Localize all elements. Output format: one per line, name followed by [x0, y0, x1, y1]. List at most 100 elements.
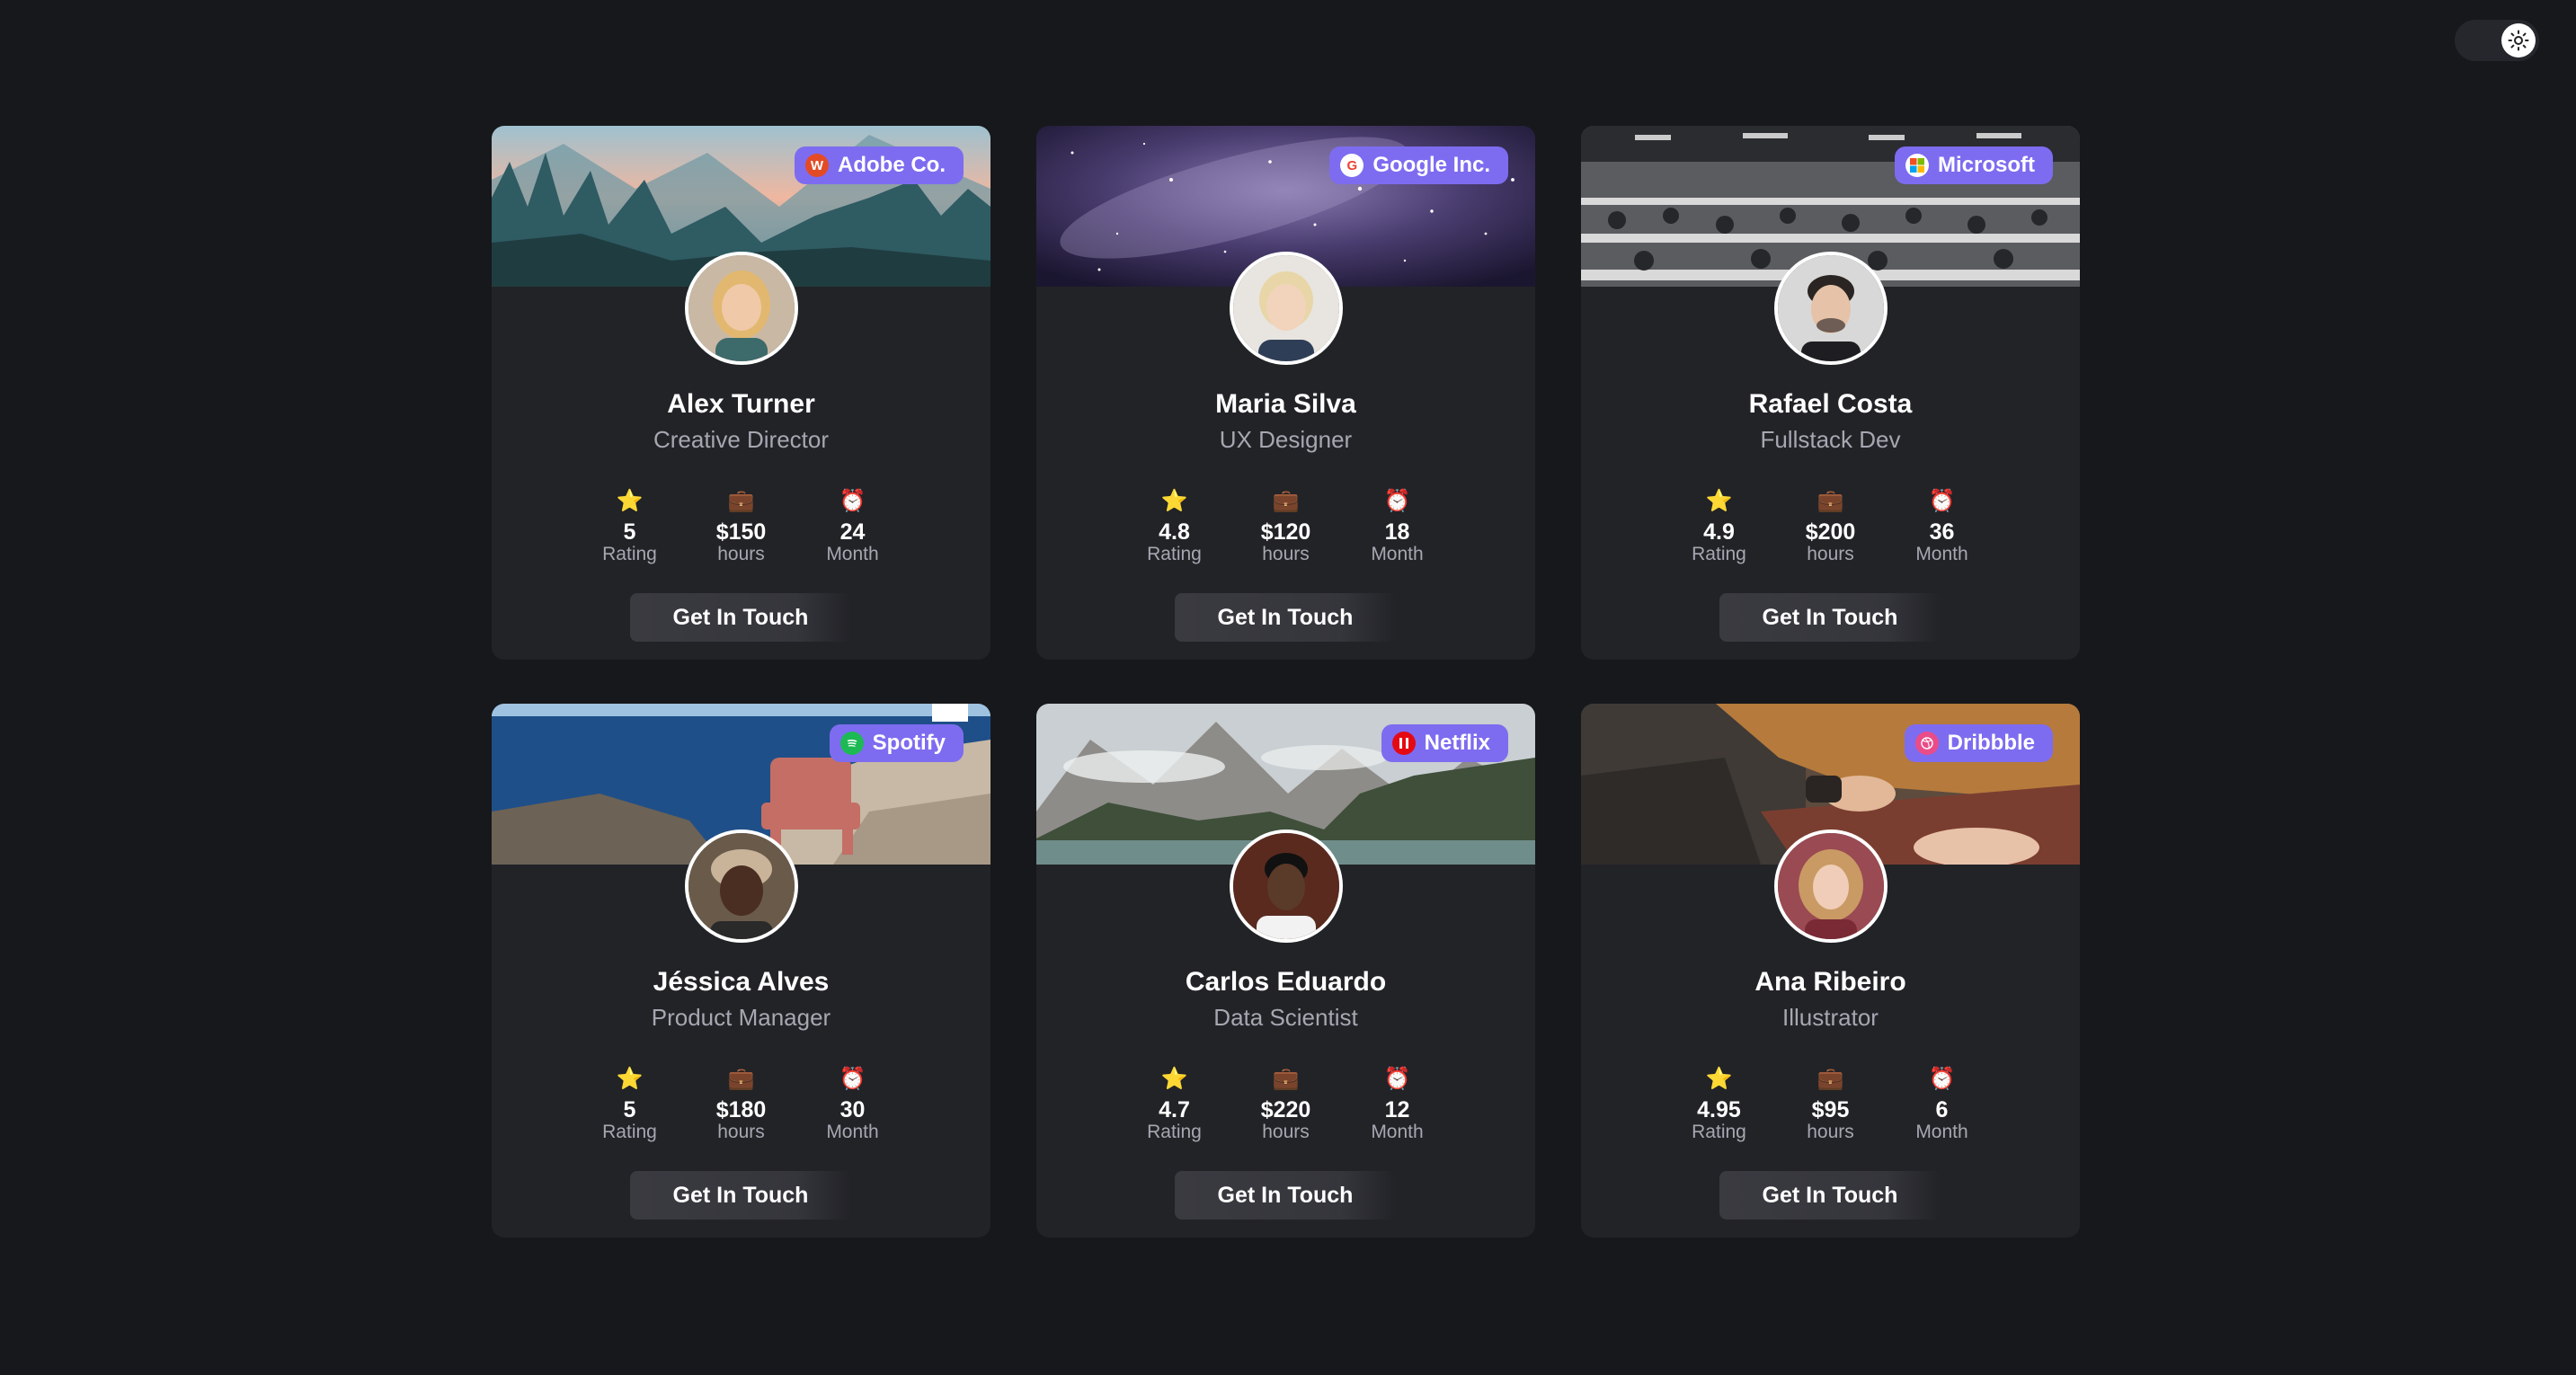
stats: ⭐ 4.7 Rating 💼 $220 hours ⏰ 12 Month — [1036, 1067, 1535, 1142]
rate-label: hours — [1262, 544, 1310, 564]
avatar — [1230, 829, 1343, 943]
stat-duration: ⏰ 12 Month — [1364, 1067, 1432, 1142]
get-in-touch-button[interactable]: Get In Touch — [1719, 1171, 1941, 1220]
duration-label: Month — [1915, 1122, 1968, 1142]
company-badge[interactable]: Netflix — [1381, 724, 1508, 762]
avatar — [1774, 252, 1888, 365]
star-icon: ⭐ — [1705, 489, 1733, 513]
briefcase-icon: 💼 — [1817, 1067, 1844, 1091]
rate-value: $200 — [1805, 519, 1856, 545]
stats: ⭐ 4.9 Rating 💼 $200 hours ⏰ 36 Month — [1581, 489, 2080, 564]
microsoft-logo-icon — [1905, 154, 1929, 177]
sun-icon — [2501, 23, 2536, 58]
stat-duration: ⏰ 24 Month — [819, 489, 887, 564]
company-badge[interactable]: Spotify — [829, 724, 964, 762]
person-name: Jéssica Alves — [653, 967, 830, 997]
person-name: Maria Silva — [1215, 389, 1356, 419]
person-role: Illustrator — [1782, 1004, 1879, 1031]
rating-value: 4.8 — [1159, 519, 1190, 545]
rating-value: 5 — [623, 519, 636, 545]
rating-label: Rating — [1692, 544, 1746, 564]
person-name: Alex Turner — [667, 389, 815, 419]
rating-value: 4.95 — [1697, 1097, 1741, 1122]
company-name: Netflix — [1424, 731, 1490, 755]
theme-toggle[interactable] — [2455, 20, 2539, 61]
person-name: Ana Ribeiro — [1754, 967, 1906, 997]
alarm-clock-icon: ⏰ — [1383, 489, 1411, 513]
duration-label: Month — [826, 544, 879, 564]
company-badge[interactable]: W Adobe Co. — [795, 146, 964, 184]
person-role: Data Scientist — [1213, 1004, 1358, 1031]
avatar — [1230, 252, 1343, 365]
profile-card: G Google Inc. Maria Silva UX Designer ⭐ … — [1036, 126, 1535, 660]
company-name: Microsoft — [1938, 153, 2035, 177]
star-icon: ⭐ — [616, 489, 644, 513]
netflix-logo-icon — [1391, 732, 1416, 755]
star-icon: ⭐ — [1160, 1067, 1188, 1091]
rating-label: Rating — [1692, 1122, 1746, 1142]
duration-value: 24 — [839, 519, 866, 545]
duration-label: Month — [1371, 544, 1424, 564]
profile-card: Microsoft Rafael Costa Fullstack Dev ⭐ 4… — [1581, 126, 2080, 660]
duration-value: 18 — [1384, 519, 1410, 545]
stat-rate: 💼 $95 hours — [1797, 1067, 1865, 1142]
rate-label: hours — [1807, 1122, 1854, 1142]
duration-value: 30 — [839, 1097, 866, 1122]
stat-rate: 💼 $220 hours — [1252, 1067, 1320, 1142]
duration-value: 36 — [1929, 519, 1955, 545]
stat-rating: ⭐ 4.9 Rating — [1685, 489, 1754, 564]
rating-label: Rating — [602, 544, 657, 564]
get-in-touch-button[interactable]: Get In Touch — [1719, 593, 1941, 642]
company-badge[interactable]: Microsoft — [1895, 146, 2053, 184]
get-in-touch-button[interactable]: Get In Touch — [630, 593, 851, 642]
rate-label: hours — [1807, 544, 1854, 564]
avatar — [685, 829, 798, 943]
stat-rating: ⭐ 5 Rating — [596, 1067, 664, 1142]
stat-duration: ⏰ 6 Month — [1908, 1067, 1976, 1142]
rate-value: $220 — [1260, 1097, 1311, 1122]
stat-rating: ⭐ 4.8 Rating — [1141, 489, 1209, 564]
alarm-clock-icon: ⏰ — [1383, 1067, 1411, 1091]
get-in-touch-button[interactable]: Get In Touch — [1175, 1171, 1396, 1220]
stats: ⭐ 5 Rating 💼 $180 hours ⏰ 30 Month — [492, 1067, 990, 1142]
company-name: Spotify — [872, 731, 946, 755]
stat-rating: ⭐ 5 Rating — [596, 489, 664, 564]
profile-card: Dribbble Ana Ribeiro Illustrator ⭐ 4.95 … — [1581, 704, 2080, 1238]
person-name: Rafael Costa — [1748, 389, 1913, 419]
stat-duration: ⏰ 18 Month — [1364, 489, 1432, 564]
duration-label: Month — [1915, 544, 1968, 564]
company-name: Google Inc. — [1372, 153, 1490, 177]
stat-rate: 💼 $150 hours — [707, 489, 776, 564]
spotify-logo-icon — [839, 732, 864, 755]
briefcase-icon: 💼 — [1817, 489, 1844, 513]
rating-label: Rating — [1147, 1122, 1202, 1142]
duration-value: 6 — [1935, 1097, 1949, 1122]
get-in-touch-button[interactable]: Get In Touch — [630, 1171, 851, 1220]
briefcase-icon: 💼 — [1272, 489, 1300, 513]
duration-label: Month — [826, 1122, 879, 1142]
rating-value: 4.9 — [1703, 519, 1735, 545]
stat-rate: 💼 $120 hours — [1252, 489, 1320, 564]
rate-label: hours — [717, 1122, 765, 1142]
duration-label: Month — [1371, 1122, 1424, 1142]
briefcase-icon: 💼 — [727, 489, 755, 513]
company-badge[interactable]: G Google Inc. — [1329, 146, 1508, 184]
person-name: Carlos Eduardo — [1185, 967, 1387, 997]
company-name: Adobe Co. — [838, 153, 946, 177]
get-in-touch-button[interactable]: Get In Touch — [1175, 593, 1396, 642]
dribbble-logo-icon — [1914, 732, 1939, 755]
company-name: Dribbble — [1947, 731, 2035, 755]
rating-label: Rating — [602, 1122, 657, 1142]
alarm-clock-icon: ⏰ — [839, 1067, 866, 1091]
person-role: Creative Director — [653, 426, 830, 453]
alarm-clock-icon: ⏰ — [1928, 1067, 1956, 1091]
duration-value: 12 — [1384, 1097, 1410, 1122]
briefcase-icon: 💼 — [727, 1067, 755, 1091]
rate-value: $180 — [715, 1097, 767, 1122]
stat-rate: 💼 $180 hours — [707, 1067, 776, 1142]
avatar — [685, 252, 798, 365]
stats: ⭐ 5 Rating 💼 $150 hours ⏰ 24 Month — [492, 489, 990, 564]
company-badge[interactable]: Dribbble — [1904, 724, 2053, 762]
person-role: Fullstack Dev — [1760, 426, 1901, 453]
stat-rating: ⭐ 4.7 Rating — [1141, 1067, 1209, 1142]
